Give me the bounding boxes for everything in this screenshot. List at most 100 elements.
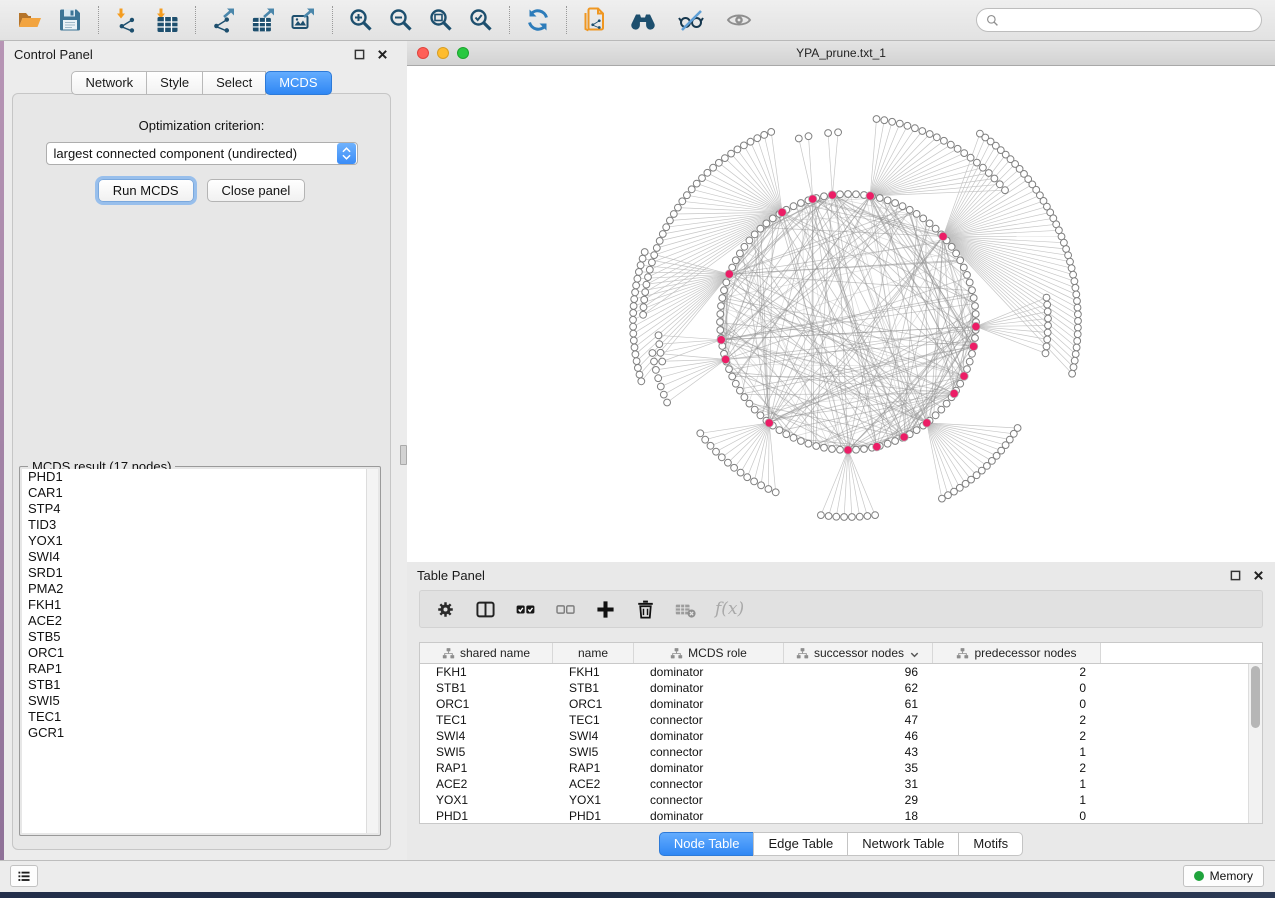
show-all-button[interactable] <box>723 4 755 36</box>
network-node[interactable] <box>757 225 764 232</box>
table-row[interactable]: PHD1PHD1dominator180 <box>420 808 1262 824</box>
mcds-node[interactable] <box>923 419 931 427</box>
network-node[interactable] <box>726 366 733 373</box>
mcds-node[interactable] <box>844 446 852 454</box>
network-node[interactable] <box>659 231 666 238</box>
network-node[interactable] <box>725 459 732 466</box>
network-node[interactable] <box>1073 291 1080 298</box>
network-node[interactable] <box>657 383 664 390</box>
network-node[interactable] <box>1002 187 1009 194</box>
network-node[interactable] <box>845 191 852 198</box>
mcds-node[interactable] <box>778 208 786 216</box>
table-row[interactable]: SWI5SWI5connector431 <box>420 744 1262 760</box>
mcds-result-item[interactable]: PHD1 <box>22 469 378 485</box>
table-row[interactable]: YOX1YOX1connector291 <box>420 792 1262 808</box>
network-node[interactable] <box>659 358 666 365</box>
network-node[interactable] <box>1074 298 1081 305</box>
network-canvas[interactable] <box>407 66 1275 563</box>
network-node[interactable] <box>719 295 726 302</box>
network-node[interactable] <box>630 323 637 330</box>
tab-select[interactable]: Select <box>202 71 266 95</box>
network-node[interactable] <box>833 513 840 520</box>
mcds-node[interactable] <box>873 443 881 451</box>
mcds-list-scrollbar[interactable] <box>366 469 378 833</box>
network-node[interactable] <box>913 211 920 218</box>
network-node[interactable] <box>641 249 648 256</box>
task-history-button[interactable] <box>10 865 38 887</box>
network-node[interactable] <box>884 197 891 204</box>
network-node[interactable] <box>633 358 640 365</box>
new-network-from-selection-button[interactable] <box>579 4 611 36</box>
network-node[interactable] <box>746 237 753 244</box>
network-node[interactable] <box>639 255 646 262</box>
create-column-button[interactable] <box>595 599 616 620</box>
network-node[interactable] <box>969 350 976 357</box>
network-node[interactable] <box>966 358 973 365</box>
network-node[interactable] <box>632 289 639 296</box>
mcds-result-item[interactable]: YOX1 <box>22 533 378 549</box>
mcds-node[interactable] <box>950 389 958 397</box>
network-node[interactable] <box>913 427 920 434</box>
network-node[interactable] <box>688 186 695 193</box>
network-node[interactable] <box>813 443 820 450</box>
mcds-node[interactable] <box>960 372 968 380</box>
network-node[interactable] <box>757 412 764 419</box>
network-node[interactable] <box>1065 252 1072 259</box>
network-node[interactable] <box>655 332 662 339</box>
network-node[interactable] <box>653 245 660 252</box>
network-node[interactable] <box>747 138 754 145</box>
network-node[interactable] <box>634 275 641 282</box>
network-node[interactable] <box>1044 308 1051 315</box>
network-node[interactable] <box>679 198 686 205</box>
network-node[interactable] <box>660 391 667 398</box>
network-node[interactable] <box>653 367 660 374</box>
network-node[interactable] <box>741 243 748 250</box>
table-row[interactable]: SWI4SWI4dominator462 <box>420 728 1262 744</box>
network-node[interactable] <box>717 327 724 334</box>
network-node[interactable] <box>957 380 964 387</box>
network-node[interactable] <box>1070 364 1077 371</box>
network-node[interactable] <box>825 130 832 137</box>
network-node[interactable] <box>1075 318 1082 325</box>
deselect-all-button[interactable] <box>555 599 576 620</box>
table-scrollbar[interactable] <box>1248 664 1262 823</box>
network-node[interactable] <box>943 400 950 407</box>
column-header-predecessor-nodes[interactable]: predecessor nodes <box>933 643 1101 663</box>
splitter-handle-icon[interactable] <box>400 445 407 465</box>
mcds-result-item[interactable]: ORC1 <box>22 645 378 661</box>
network-node[interactable] <box>635 365 642 372</box>
network-node[interactable] <box>630 337 637 344</box>
mcds-result-item[interactable]: STB5 <box>22 629 378 645</box>
network-node[interactable] <box>821 193 828 200</box>
network-node[interactable] <box>723 279 730 286</box>
float-table-panel-button[interactable] <box>1228 568 1242 582</box>
network-node[interactable] <box>704 169 711 176</box>
network-node[interactable] <box>1068 265 1075 272</box>
network-node[interactable] <box>881 117 888 124</box>
mcds-result-item[interactable]: SWI4 <box>22 549 378 565</box>
network-node[interactable] <box>737 387 744 394</box>
tab-style[interactable]: Style <box>146 71 203 95</box>
network-node[interactable] <box>699 175 706 182</box>
network-node[interactable] <box>630 310 637 317</box>
network-node[interactable] <box>1061 239 1068 246</box>
network-node[interactable] <box>829 446 836 453</box>
search-input[interactable] <box>1005 12 1253 28</box>
network-node[interactable] <box>872 512 879 519</box>
tab-mcds[interactable]: MCDS <box>265 71 331 95</box>
network-node[interactable] <box>899 203 906 210</box>
zoom-fit-button[interactable] <box>425 4 457 36</box>
network-node[interactable] <box>957 257 964 264</box>
delete-columns-button[interactable] <box>635 599 656 620</box>
network-node[interactable] <box>632 351 639 358</box>
network-node[interactable] <box>1043 294 1050 301</box>
mcds-node[interactable] <box>969 342 977 350</box>
mcds-node[interactable] <box>765 419 773 427</box>
table-row[interactable]: TEC1TEC1connector472 <box>420 712 1262 728</box>
network-node[interactable] <box>643 281 650 288</box>
network-node[interactable] <box>798 200 805 207</box>
network-node[interactable] <box>805 133 812 140</box>
network-node[interactable] <box>649 259 656 266</box>
network-node[interactable] <box>646 266 653 273</box>
network-node[interactable] <box>892 438 899 445</box>
